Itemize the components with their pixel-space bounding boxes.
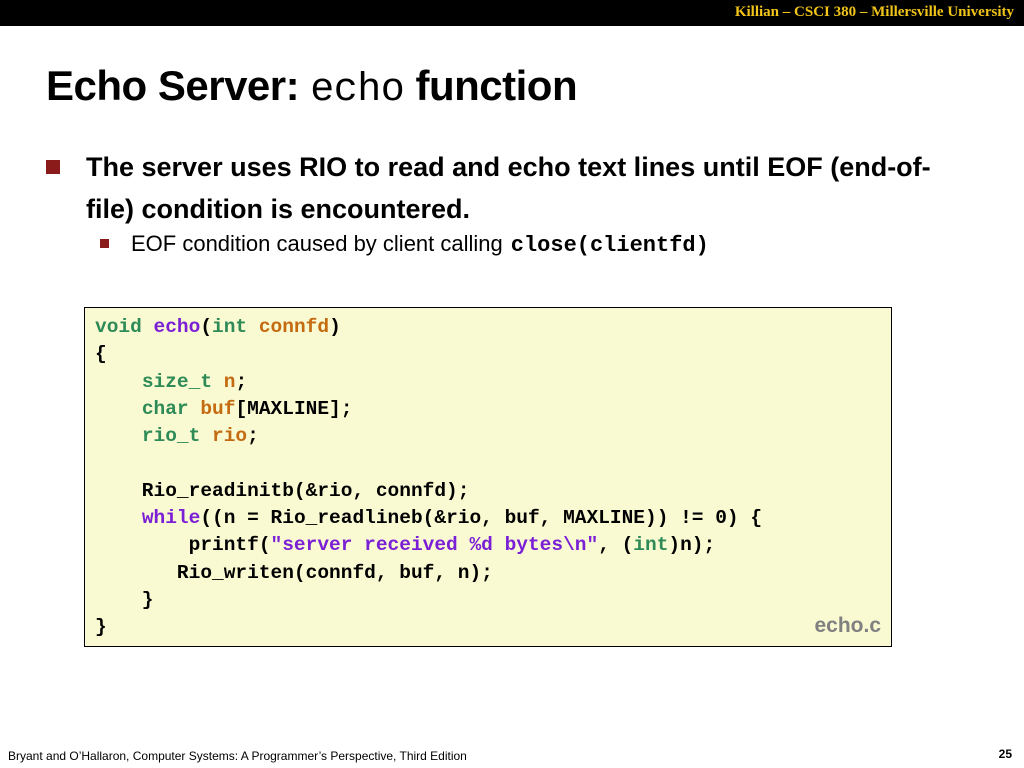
code-line-10: Rio_writen(connfd, buf, n); — [95, 561, 493, 584]
code-filename: echo.c — [814, 614, 881, 637]
code-line-12: } — [95, 616, 107, 639]
footer-citation: Bryant and O’Hallaron, Computer Systems:… — [8, 749, 467, 763]
title-prefix: Echo Server: — [46, 62, 311, 109]
code-line-11: } — [95, 588, 154, 611]
sub-bullet: EOF condition caused by client calling cl… — [131, 231, 709, 258]
code-line-4: char buf[MAXLINE]; — [141, 397, 353, 420]
code-line-2: { — [95, 343, 107, 366]
page-number: 25 — [998, 747, 1012, 761]
slide-title: Echo Server: echo function — [46, 62, 578, 113]
code-line-8: while((n = Rio_readlineb(&rio, buf, MAXL… — [141, 507, 763, 530]
sub-bullet-text: EOF condition caused by client calling — [131, 231, 503, 256]
code-listing: void echo(int connfd) { size_t n; char b… — [84, 307, 892, 647]
code-line-5: rio_t rio; — [141, 425, 259, 448]
code-line-7: Rio_readinitb(&rio, connfd); — [95, 479, 470, 502]
sub-bullet-code: close(clientfd) — [510, 233, 709, 258]
bullet-square-icon — [46, 160, 60, 174]
sub-bullet-square-icon — [100, 239, 109, 248]
title-suffix: function — [404, 62, 578, 109]
code-line-3: size_t n; — [141, 370, 248, 393]
code-line-1: void echo(int connfd) — [95, 316, 341, 338]
code-block: void echo(int connfd) { size_t n; char b… — [95, 314, 762, 642]
header-bar: Killian – CSCI 380 – Millersville Univer… — [0, 0, 1024, 26]
code-line-9: printf("server received %d bytes\n", (in… — [95, 534, 716, 557]
header-course-label: Killian – CSCI 380 – Millersville Univer… — [734, 4, 1014, 20]
main-bullet: The server uses RIO to read and echo tex… — [86, 152, 931, 224]
title-code: echo — [310, 68, 405, 113]
